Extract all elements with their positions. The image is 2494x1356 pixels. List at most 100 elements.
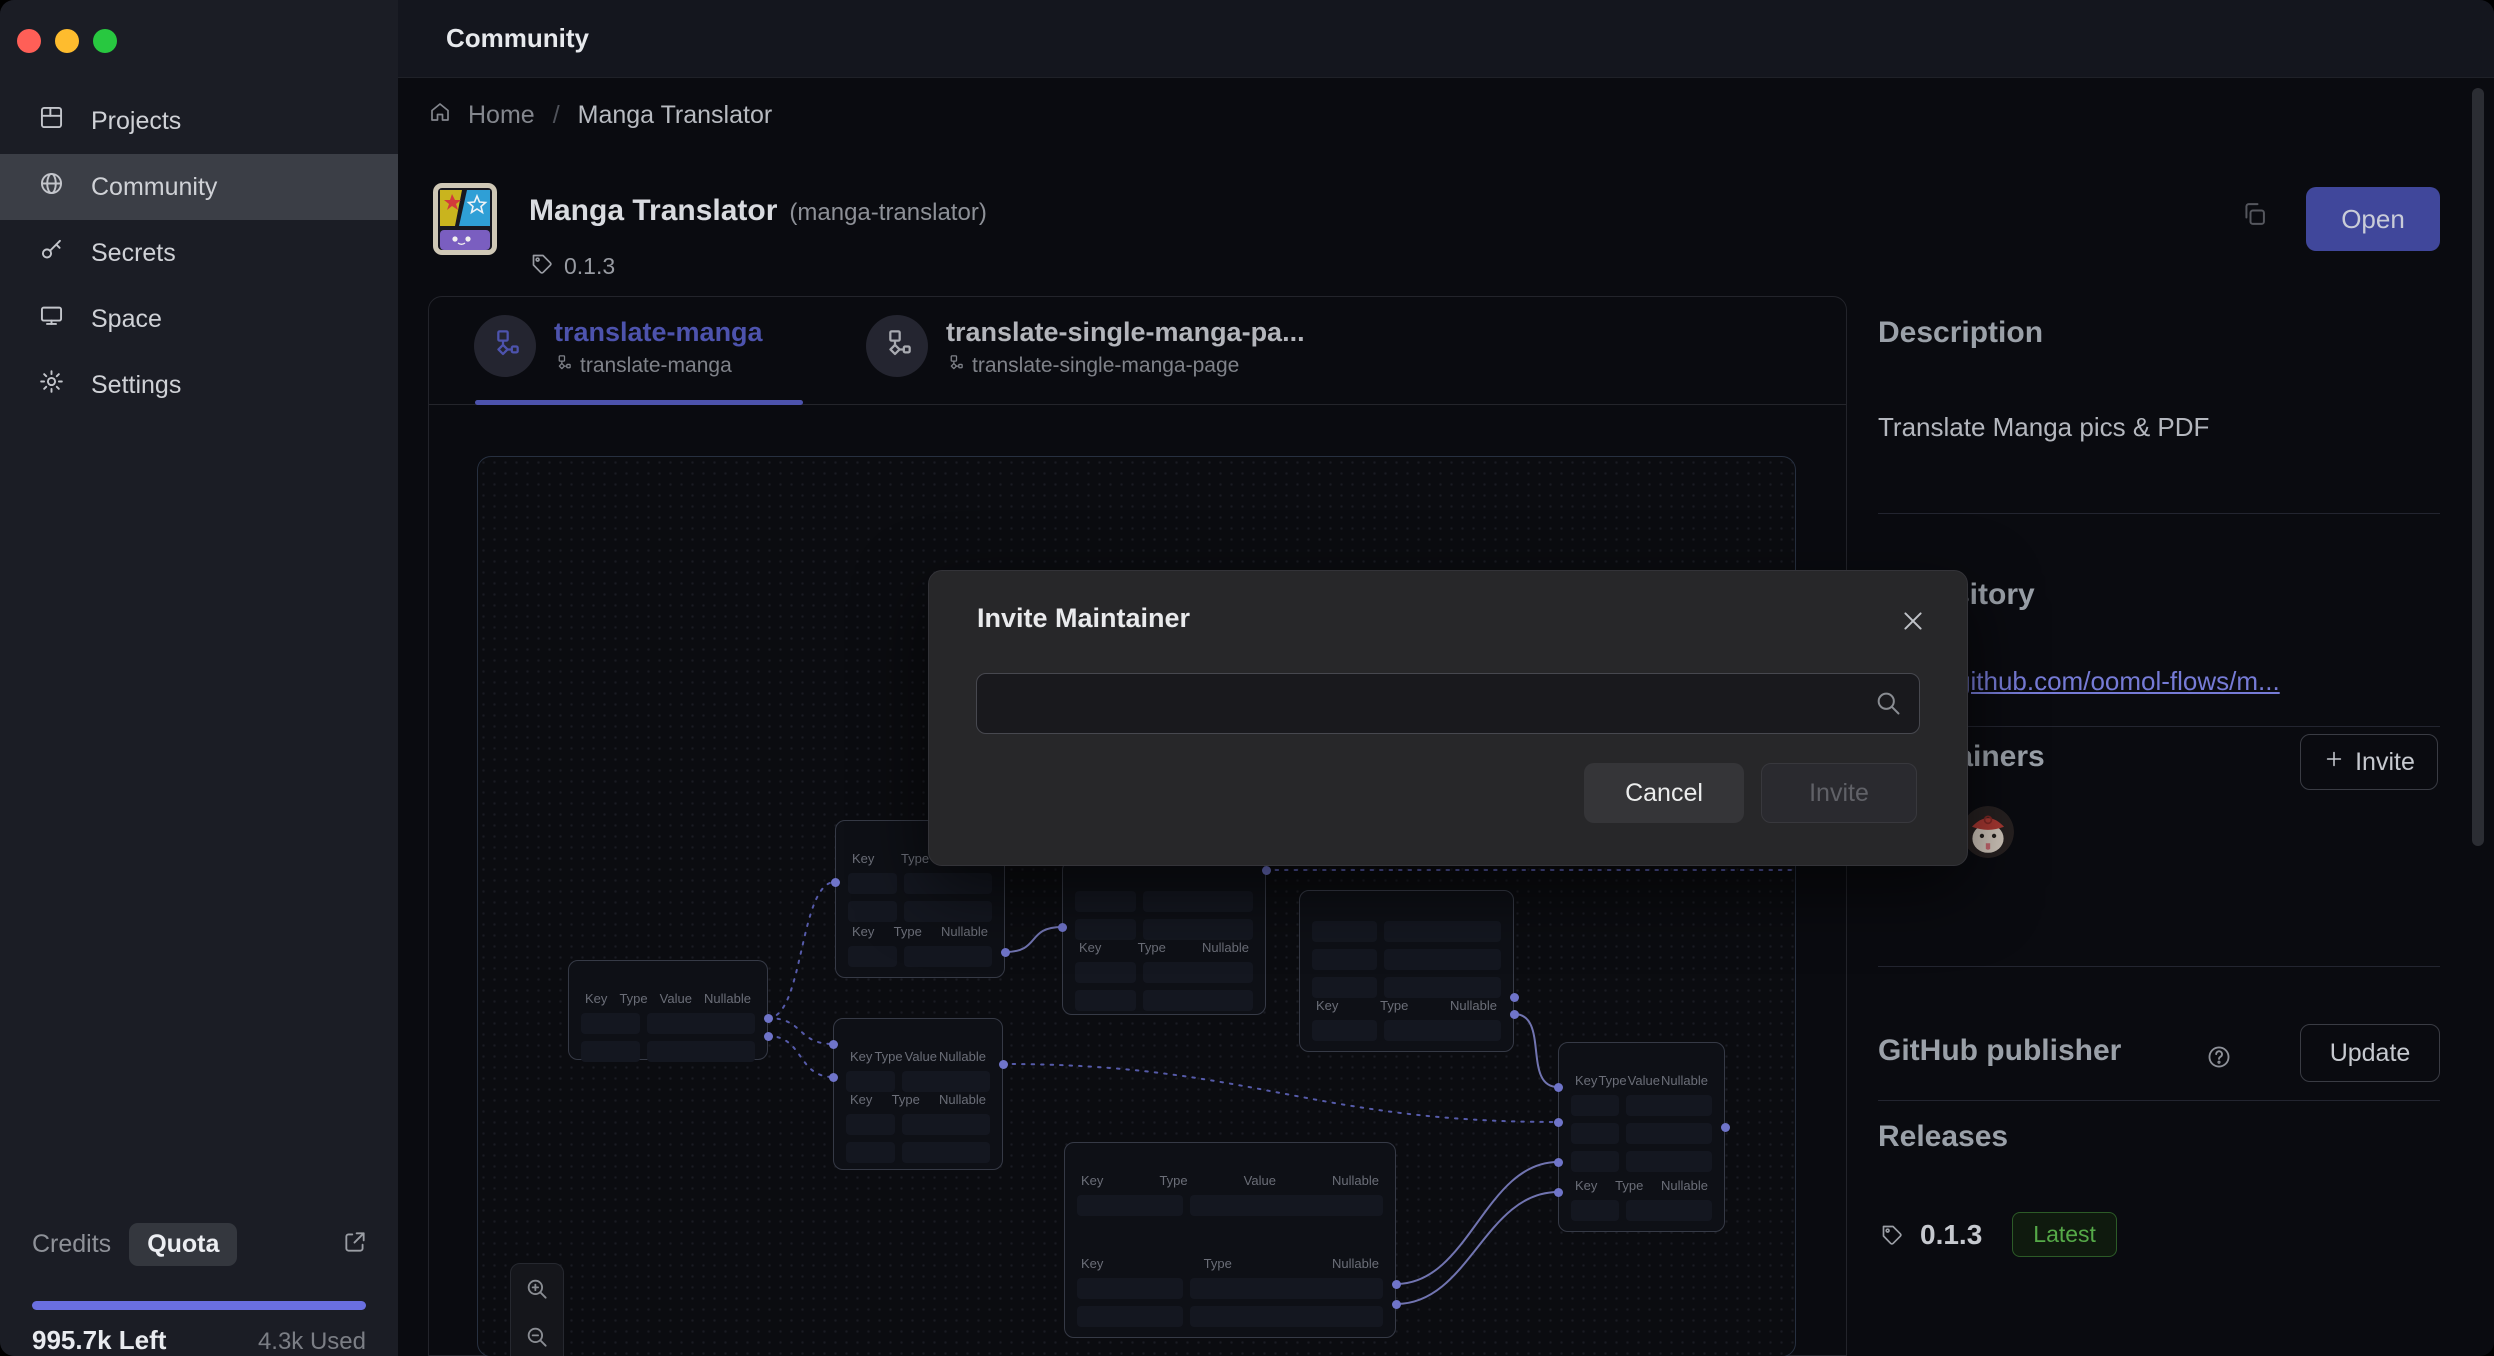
tab-sublabel: translate-single-manga-page (972, 354, 1239, 378)
flow-port[interactable] (1554, 1158, 1563, 1167)
release-row: 0.1.3 Latest (1880, 1212, 2117, 1257)
scrollbar-thumb[interactable] (2472, 88, 2484, 846)
home-icon (428, 100, 452, 131)
invite-search-input[interactable] (976, 673, 1920, 734)
node-column-label: Type (1615, 1178, 1643, 1193)
sidebar-item-projects[interactable]: Projects (0, 88, 398, 154)
flow-icon (881, 328, 913, 365)
flow-port[interactable] (1392, 1280, 1401, 1289)
flow-port[interactable] (1001, 948, 1010, 957)
node-column-label: Value (1244, 1173, 1276, 1188)
node-column-label: Key (850, 1049, 872, 1064)
tab-translate-single-manga-page[interactable]: translate-single-manga-pa... translate-s… (866, 315, 1305, 378)
quota-chip[interactable]: Quota (129, 1223, 237, 1266)
node-column-label: Type (894, 924, 922, 939)
key-icon (38, 236, 65, 270)
maintainer-avatar[interactable] (1962, 806, 2014, 858)
flow-port[interactable] (1392, 1300, 1401, 1309)
flow-node[interactable]: KeyTypeValueNullable (568, 960, 768, 1060)
flow-port[interactable] (829, 1040, 838, 1049)
breadcrumb-home[interactable]: Home (428, 100, 535, 131)
node-column-label: Nullable (939, 1092, 986, 1107)
close-icon[interactable] (1899, 607, 1927, 640)
node-column-label: Nullable (1661, 1178, 1708, 1193)
breadcrumb-current: Manga Translator (578, 101, 773, 130)
invite-submit-button[interactable]: Invite (1761, 763, 1917, 823)
tag-icon (1880, 1223, 1904, 1247)
zoom-in-icon[interactable] (524, 1276, 550, 1302)
sidebar-item-label: Community (91, 173, 217, 202)
node-column-label: Type (1204, 1256, 1232, 1271)
update-button[interactable]: Update (2300, 1024, 2440, 1082)
flow-port[interactable] (1058, 923, 1067, 932)
tab-translate-manga[interactable]: translate-manga translate-manga (474, 315, 763, 378)
flow-port[interactable] (1554, 1188, 1563, 1197)
flow-node[interactable]: KeyTypeNullable (1299, 890, 1514, 1052)
flow-node[interactable]: KeyTypeValueNullableKeyTypeNullable (833, 1018, 1003, 1170)
github-publisher-heading: GitHub publisher (1878, 1034, 2121, 1068)
flow-tabbar: translate-manga translate-manga translat… (429, 297, 1846, 405)
credits-progress-bar (32, 1301, 366, 1310)
divider (1878, 1100, 2440, 1101)
flow-port[interactable] (1554, 1083, 1563, 1092)
breadcrumb-home-label: Home (468, 101, 535, 130)
flow-port[interactable] (999, 1060, 1008, 1069)
sidebar: Projects Community SecretsSpaceSettings Cr… (0, 0, 398, 1356)
divider (1878, 513, 2440, 514)
flow-port[interactable] (1262, 866, 1271, 875)
breadcrumb-separator: / (553, 101, 560, 130)
close-window-button[interactable] (17, 29, 41, 53)
release-version: 0.1.3 (1920, 1219, 1982, 1251)
description-heading: Description (1878, 316, 2043, 350)
node-column-label: Type (1138, 940, 1166, 955)
credits-left-value: 995.7k Left (32, 1325, 166, 1356)
flow-node[interactable]: KeyTypeValueNullableKeyTypeNullable (1558, 1042, 1725, 1232)
flow-port[interactable] (1510, 993, 1519, 1002)
canvas-zoom-toolbar (510, 1263, 564, 1356)
help-icon[interactable] (2206, 1044, 2232, 1075)
page-title: Community (446, 23, 589, 54)
flow-port[interactable] (1510, 1010, 1519, 1019)
minimize-window-button[interactable] (55, 29, 79, 53)
app-window: Projects Community SecretsSpaceSettings Cr… (0, 0, 2494, 1356)
flow-port[interactable] (831, 878, 840, 887)
globe-icon (38, 170, 65, 204)
flow-small-icon (554, 354, 572, 378)
node-column-label: Type (1159, 1173, 1187, 1188)
flow-port[interactable] (1721, 1123, 1730, 1132)
flow-node[interactable]: KeyTypeValueNullableKeyTypeNullable (1064, 1142, 1396, 1338)
flow-port[interactable] (1554, 1118, 1563, 1127)
modal-title: Invite Maintainer (977, 603, 1190, 634)
package-title: Manga Translator (529, 194, 777, 228)
node-column-label: Value (660, 991, 692, 1006)
gear-icon (38, 368, 65, 402)
node-column-label: Key (1316, 998, 1338, 1013)
node-column-label: Key (1575, 1073, 1597, 1088)
sidebar-item-settings[interactable]: Settings (0, 352, 398, 418)
tab-label: translate-single-manga-pa... (946, 317, 1305, 348)
external-link-icon[interactable] (342, 1229, 368, 1260)
monitor-icon (38, 302, 65, 336)
node-column-label: Value (905, 1049, 937, 1064)
sidebar-item-community[interactable]: Community (0, 154, 398, 220)
node-column-label: Key (1079, 940, 1101, 955)
maximize-window-button[interactable] (93, 29, 117, 53)
flow-port[interactable] (829, 1073, 838, 1082)
credits-panel: Credits Quota 995.7k Left 4.3k Used (0, 1211, 398, 1356)
flow-node[interactable]: Key Type Nullable (1062, 860, 1266, 1015)
node-column-label: Value (1628, 1073, 1660, 1088)
releases-heading: Releases (1878, 1120, 2008, 1154)
node-column-label: Nullable (1202, 940, 1249, 955)
node-column-label: Key (1081, 1173, 1103, 1188)
invite-button[interactable]: Invite (2300, 734, 2438, 790)
sidebar-item-space[interactable]: Space (0, 286, 398, 352)
cancel-button[interactable]: Cancel (1584, 763, 1744, 823)
flow-port[interactable] (764, 1014, 773, 1023)
zoom-out-icon[interactable] (524, 1324, 550, 1350)
sidebar-item-secrets[interactable]: Secrets (0, 220, 398, 286)
grid-icon (38, 104, 65, 138)
node-column-label: Nullable (939, 1049, 986, 1064)
flow-port[interactable] (764, 1032, 773, 1041)
plus-icon (2323, 748, 2345, 777)
package-slug: (manga-translator) (789, 199, 986, 227)
